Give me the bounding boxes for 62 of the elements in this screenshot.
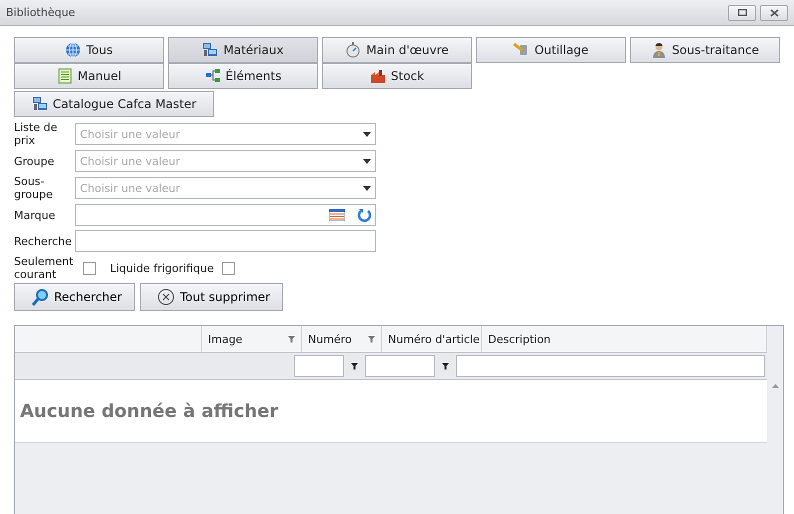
close-button[interactable]: [760, 4, 788, 20]
column-header[interactable]: Numéro d'article: [382, 326, 482, 352]
scroll-up-icon: [772, 384, 778, 388]
category-tab[interactable]: Manuel: [14, 63, 164, 89]
filter-field[interactable]: [365, 355, 435, 377]
input-field[interactable]: [75, 204, 376, 226]
category-tab[interactable]: Stock: [322, 63, 472, 89]
dropdown-arrow-icon: [363, 132, 371, 136]
filter-icon: [442, 362, 449, 370]
filter-field[interactable]: [294, 355, 344, 377]
dropdown-field[interactable]: Choisir une valeur: [75, 123, 376, 145]
hammer-icon: [513, 42, 530, 58]
calendar-icon: [329, 209, 345, 221]
factory-icon: [370, 68, 386, 84]
dropdown-field[interactable]: Choisir une valeur: [75, 177, 376, 199]
filter-icon: [368, 336, 375, 342]
filter-icon: [288, 336, 295, 342]
maximize-button[interactable]: [728, 4, 756, 20]
computers-icon: [32, 96, 48, 112]
clear-icon: [156, 288, 175, 306]
hierarchy-icon: [204, 68, 221, 84]
refresh-icon: [357, 208, 371, 222]
column-title: Description: [488, 332, 551, 346]
column-header[interactable]: Numéro: [302, 326, 382, 352]
category-tab[interactable]: Tous: [14, 37, 164, 63]
dropdown-arrow-icon: [363, 158, 371, 164]
column-title: Image: [208, 332, 242, 346]
field-label: Recherche: [14, 234, 73, 248]
filter-field[interactable]: [456, 355, 765, 377]
filter-icon: [351, 362, 358, 370]
computers-icon: [202, 42, 218, 58]
category-tab[interactable]: Main d'œuvre: [322, 37, 472, 63]
globe-icon: [65, 42, 82, 58]
category-tab[interactable]: Éléments: [168, 63, 318, 89]
person-icon: [650, 42, 667, 58]
checkbox[interactable]: [83, 262, 96, 274]
window-title: Bibliothèque: [6, 6, 76, 19]
dropdown-field[interactable]: Choisir une valeur: [75, 150, 376, 172]
category-tab[interactable]: Matériaux: [168, 37, 318, 63]
column-title: Numéro: [308, 332, 352, 346]
field-label: Marque: [14, 208, 56, 222]
field-label: Liste de prix: [14, 121, 58, 147]
input-field[interactable]: [75, 230, 376, 252]
checkbox[interactable]: [222, 262, 235, 274]
empty-message: Aucune donnée à afficher: [15, 380, 767, 443]
dropdown-arrow-icon: [363, 186, 371, 190]
action-button[interactable]: Tout supprimer: [140, 283, 284, 311]
category-tab[interactable]: Catalogue Cafca Master: [14, 91, 214, 117]
document-icon: [56, 68, 73, 84]
maximize-icon: [738, 9, 746, 16]
checkbox-label: Seulement courant: [14, 255, 74, 281]
action-button[interactable]: Rechercher: [14, 283, 135, 311]
column-header[interactable]: Image: [202, 326, 302, 352]
stopwatch-icon: [345, 42, 362, 58]
field-label: Groupe: [14, 154, 56, 168]
search-icon: [31, 288, 49, 306]
column-title: Numéro d'article: [388, 332, 480, 346]
close-icon: [770, 8, 778, 16]
category-tab[interactable]: Sous-traitance: [630, 37, 780, 63]
category-tab[interactable]: Outillage: [476, 37, 626, 63]
checkbox-label: Liquide frigorifique: [110, 262, 214, 274]
field-label: Sous-groupe: [14, 175, 54, 201]
